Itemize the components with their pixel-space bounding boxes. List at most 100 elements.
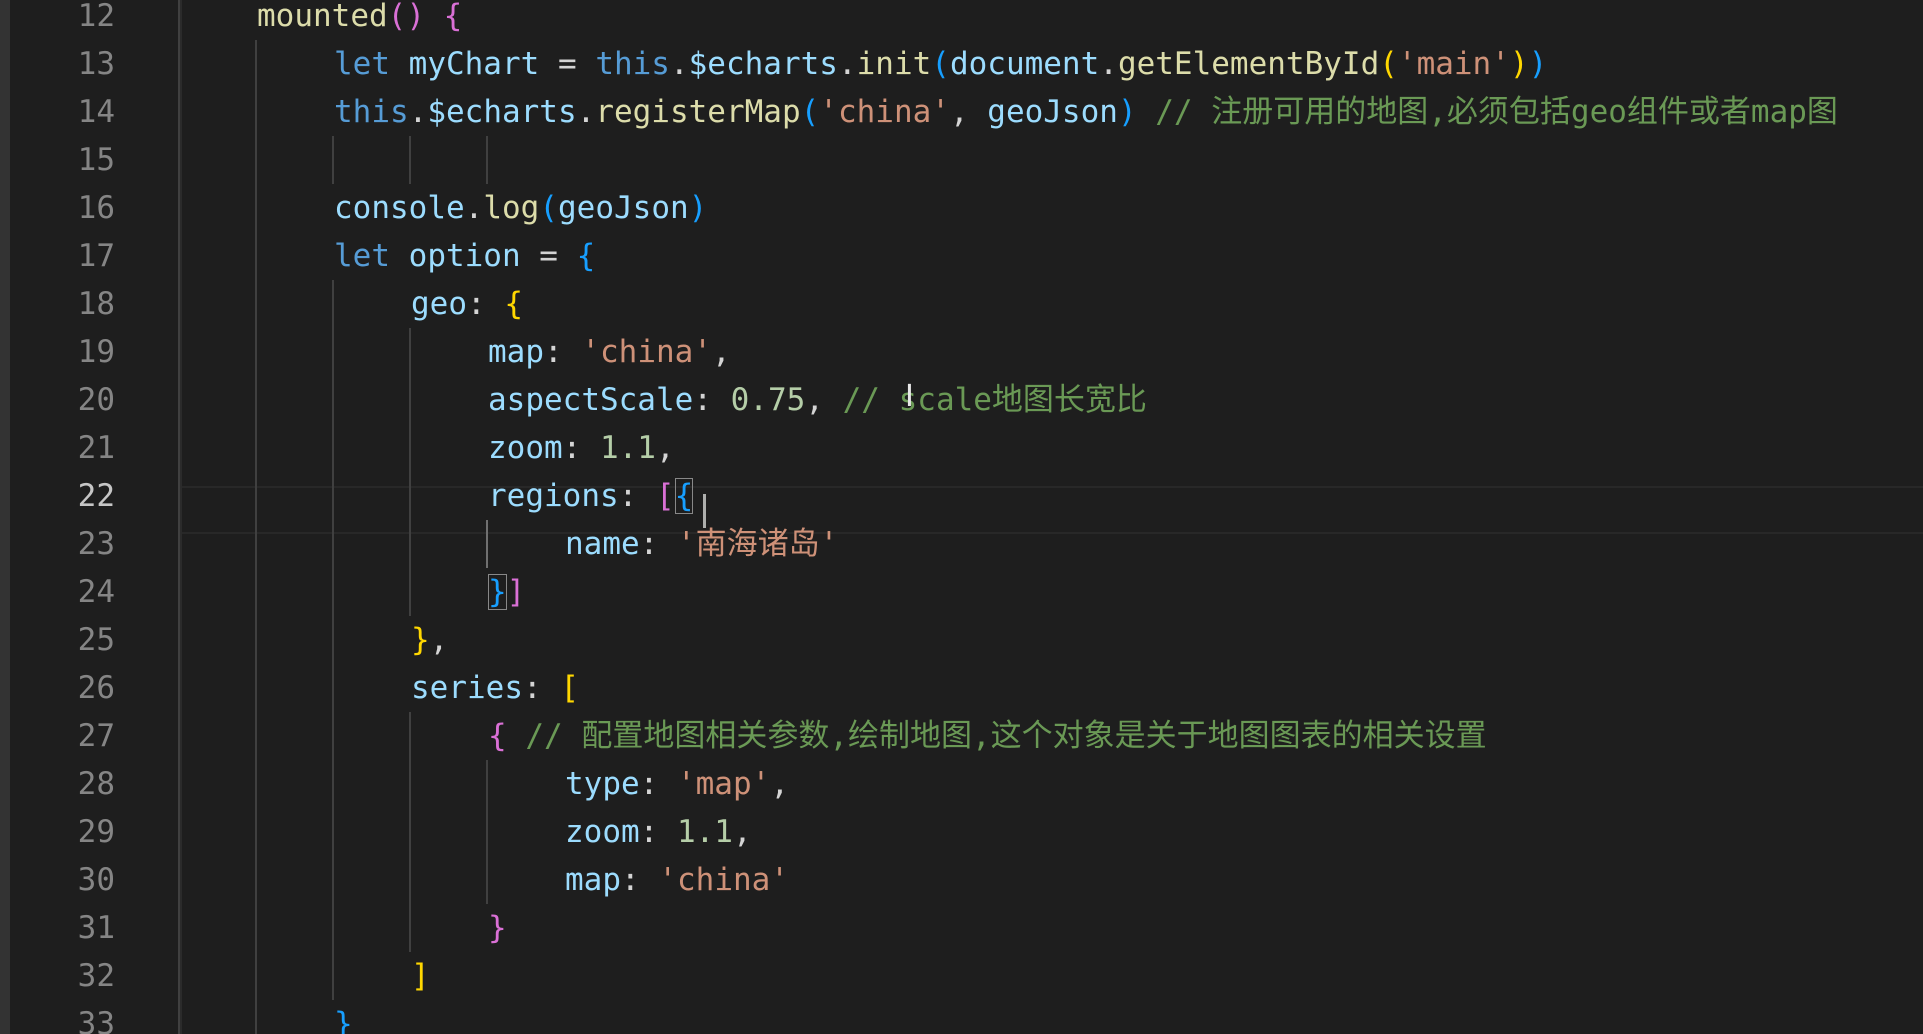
line-number: 31 bbox=[77, 910, 115, 946]
code-token: ] bbox=[506, 574, 526, 610]
code-token: , bbox=[949, 94, 988, 130]
code-token: this bbox=[595, 46, 670, 82]
code-token: : bbox=[693, 382, 731, 418]
code-token: } bbox=[411, 622, 430, 658]
text-ibeam-icon: I bbox=[905, 379, 914, 414]
code-line[interactable]: map: 'china' bbox=[565, 856, 789, 904]
code-token: console bbox=[334, 190, 465, 226]
indent-guide bbox=[178, 0, 180, 1034]
code-line[interactable]: map: 'china', bbox=[488, 328, 731, 376]
code-token: { bbox=[443, 0, 463, 34]
code-token: let bbox=[334, 238, 409, 274]
code-line[interactable]: aspectScale: 0.75, // scale地图长宽比 bbox=[488, 376, 1147, 424]
code-token: regions bbox=[488, 478, 619, 514]
code-token: ( bbox=[800, 94, 820, 130]
code-token: 0.75 bbox=[730, 382, 806, 418]
code-line[interactable]: let option = { bbox=[334, 232, 595, 280]
code-token: 'china' bbox=[581, 334, 712, 370]
line-number: 22 bbox=[77, 478, 115, 514]
code-line[interactable]: } bbox=[334, 1000, 353, 1034]
code-token: $echarts bbox=[688, 46, 838, 82]
code-token: ] bbox=[411, 958, 430, 994]
code-line[interactable]: { // 配置地图相关参数,绘制地图,这个对象是关于地图图表的相关设置 bbox=[488, 712, 1487, 760]
code-token: type bbox=[565, 766, 640, 802]
indent-guide bbox=[255, 40, 257, 1034]
code-line[interactable]: type: 'map', bbox=[565, 760, 789, 808]
code-token: '南海诸岛' bbox=[676, 526, 839, 562]
code-token: zoom bbox=[565, 814, 640, 850]
code-token: . bbox=[669, 46, 689, 82]
code-token: init bbox=[856, 46, 932, 82]
code-token: () bbox=[387, 0, 444, 34]
code-token: ) bbox=[1117, 94, 1137, 130]
code-token: , bbox=[770, 766, 789, 802]
code-line[interactable]: name: '南海诸岛' bbox=[565, 520, 838, 568]
code-line[interactable]: } bbox=[488, 904, 507, 952]
line-number: 24 bbox=[77, 574, 115, 610]
code-token: : bbox=[621, 862, 659, 898]
line-number: 12 bbox=[77, 0, 115, 34]
code-line[interactable]: console.log(geoJson) bbox=[334, 184, 707, 232]
line-number: 33 bbox=[77, 1006, 115, 1034]
code-token: = bbox=[520, 238, 577, 274]
code-line[interactable]: mounted() { bbox=[257, 0, 462, 40]
code-token: : bbox=[562, 430, 600, 466]
code-token: document bbox=[949, 46, 1100, 82]
code-token: { bbox=[504, 286, 523, 322]
code-token: : bbox=[639, 766, 677, 802]
code-token: geo bbox=[411, 286, 467, 322]
code-token: , bbox=[711, 334, 731, 370]
code-token: [ bbox=[560, 670, 579, 706]
code-token: zoom bbox=[488, 430, 563, 466]
code-line[interactable]: geo: { bbox=[411, 280, 523, 328]
line-number: 32 bbox=[77, 958, 115, 994]
code-token: series bbox=[411, 670, 523, 706]
code-token: this bbox=[334, 94, 409, 130]
code-token: ) bbox=[688, 190, 708, 226]
indent-guide bbox=[486, 136, 488, 184]
indent-guide bbox=[332, 280, 334, 1000]
line-number: 26 bbox=[77, 670, 115, 706]
code-token: registerMap bbox=[595, 94, 801, 130]
line-number: 17 bbox=[77, 238, 115, 274]
code-token: . bbox=[408, 94, 428, 130]
code-token: , bbox=[655, 430, 675, 466]
code-line[interactable]: this.$echarts.registerMap('china', geoJs… bbox=[334, 88, 1838, 136]
code-token: let bbox=[334, 46, 409, 82]
code-line[interactable]: zoom: 1.1, bbox=[565, 808, 752, 856]
indent-guide bbox=[486, 520, 488, 568]
code-line[interactable]: series: [ bbox=[411, 664, 579, 712]
code-token: geoJson bbox=[558, 190, 689, 226]
code-token: . bbox=[576, 94, 596, 130]
line-number: 29 bbox=[77, 814, 115, 850]
code-token: { bbox=[674, 478, 694, 514]
line-number: 25 bbox=[77, 622, 115, 658]
code-token: ( bbox=[539, 190, 558, 226]
code-token: 'main' bbox=[1397, 46, 1510, 82]
code-token: geoJson bbox=[987, 94, 1118, 130]
line-number: 28 bbox=[77, 766, 115, 802]
code-token: ) bbox=[1528, 46, 1548, 82]
code-token: 1.1 bbox=[676, 814, 733, 850]
line-number: 21 bbox=[77, 430, 115, 466]
code-line[interactable]: let myChart = this.$echarts.init(documen… bbox=[334, 40, 1547, 88]
code-line[interactable]: zoom: 1.1, bbox=[488, 424, 675, 472]
code-line[interactable]: ] bbox=[411, 952, 430, 1000]
code-token: aspectScale bbox=[488, 382, 694, 418]
code-line[interactable]: }] bbox=[488, 568, 525, 616]
current-line-highlight bbox=[182, 486, 1923, 534]
line-number: 20 bbox=[77, 382, 115, 418]
code-line[interactable]: regions: [{ bbox=[488, 472, 694, 520]
code-line[interactable]: }, bbox=[411, 616, 448, 664]
code-token: : bbox=[618, 478, 656, 514]
code-token: . bbox=[1099, 46, 1118, 82]
code-token: myChart bbox=[408, 46, 540, 82]
code-token: : bbox=[467, 286, 505, 322]
code-token: } bbox=[488, 910, 507, 946]
code-token: 'china' bbox=[819, 94, 950, 130]
code-token: // scale地图长宽比 bbox=[842, 382, 1147, 418]
line-number: 23 bbox=[77, 526, 115, 562]
code-token: // 注册可用的地图,必须包括geo组件或者map图 bbox=[1136, 94, 1838, 130]
code-editor[interactable]: mounted() {let myChart = this.$echarts.i… bbox=[0, 0, 1923, 1034]
code-token: = bbox=[539, 46, 596, 82]
